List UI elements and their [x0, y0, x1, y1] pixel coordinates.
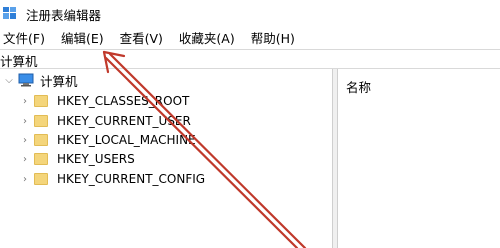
tree-item-hkey-current-config[interactable]: › HKEY_CURRENT_CONFIG: [20, 170, 205, 188]
chevron-right-icon[interactable]: ›: [20, 96, 30, 107]
tree-root[interactable]: ⌵ 计算机: [4, 71, 78, 89]
title-bar: 注册表编辑器: [0, 0, 500, 26]
chevron-right-icon[interactable]: ›: [20, 174, 30, 185]
tree-item-label: HKEY_USERS: [57, 152, 135, 166]
menu-bar: 文件(F) 编辑(E) 查看(V) 收藏夹(A) 帮助(H): [0, 27, 500, 47]
tree-root-label: 计算机: [40, 73, 78, 89]
tree-item-hkey-current-user[interactable]: › HKEY_CURRENT_USER: [20, 112, 191, 130]
address-path: 计算机: [0, 54, 38, 69]
column-header-name[interactable]: 名称: [346, 77, 371, 96]
menu-view[interactable]: 查看(V): [117, 28, 166, 47]
tree-item-hkey-local-machine[interactable]: › HKEY_LOCAL_MACHINE: [20, 131, 196, 149]
tree-item-hkey-users[interactable]: › HKEY_USERS: [20, 150, 135, 168]
menu-edit[interactable]: 编辑(E): [58, 28, 107, 47]
folder-icon: [34, 153, 48, 165]
tree-item-hkey-classes-root[interactable]: › HKEY_CLASSES_ROOT: [20, 92, 189, 110]
address-bar[interactable]: 计算机: [0, 49, 500, 69]
chevron-right-icon[interactable]: ›: [20, 154, 30, 165]
tree-item-label: HKEY_CURRENT_USER: [57, 114, 191, 128]
menu-file[interactable]: 文件(F): [0, 28, 48, 47]
chevron-right-icon[interactable]: ›: [20, 135, 30, 146]
folder-icon: [34, 173, 48, 185]
computer-icon: [18, 73, 34, 87]
folder-icon: [34, 134, 48, 146]
menu-favorites[interactable]: 收藏夹(A): [176, 28, 238, 47]
values-pane: 名称: [338, 69, 500, 248]
folder-icon: [34, 95, 48, 107]
tree-item-label: HKEY_CURRENT_CONFIG: [57, 172, 206, 186]
tree-item-label: HKEY_CLASSES_ROOT: [57, 94, 190, 108]
window-title: 注册表编辑器: [26, 8, 102, 23]
registry-editor-icon: [3, 7, 16, 19]
tree-item-label: HKEY_LOCAL_MACHINE: [57, 133, 196, 147]
chevron-down-icon[interactable]: ⌵: [4, 75, 14, 86]
chevron-right-icon[interactable]: ›: [20, 116, 30, 127]
folder-icon: [34, 115, 48, 127]
menu-help[interactable]: 帮助(H): [248, 28, 298, 47]
tree-pane: ⌵ 计算机 › HKEY_CLASSES_ROOT › HKEY_CURRENT…: [0, 69, 332, 248]
